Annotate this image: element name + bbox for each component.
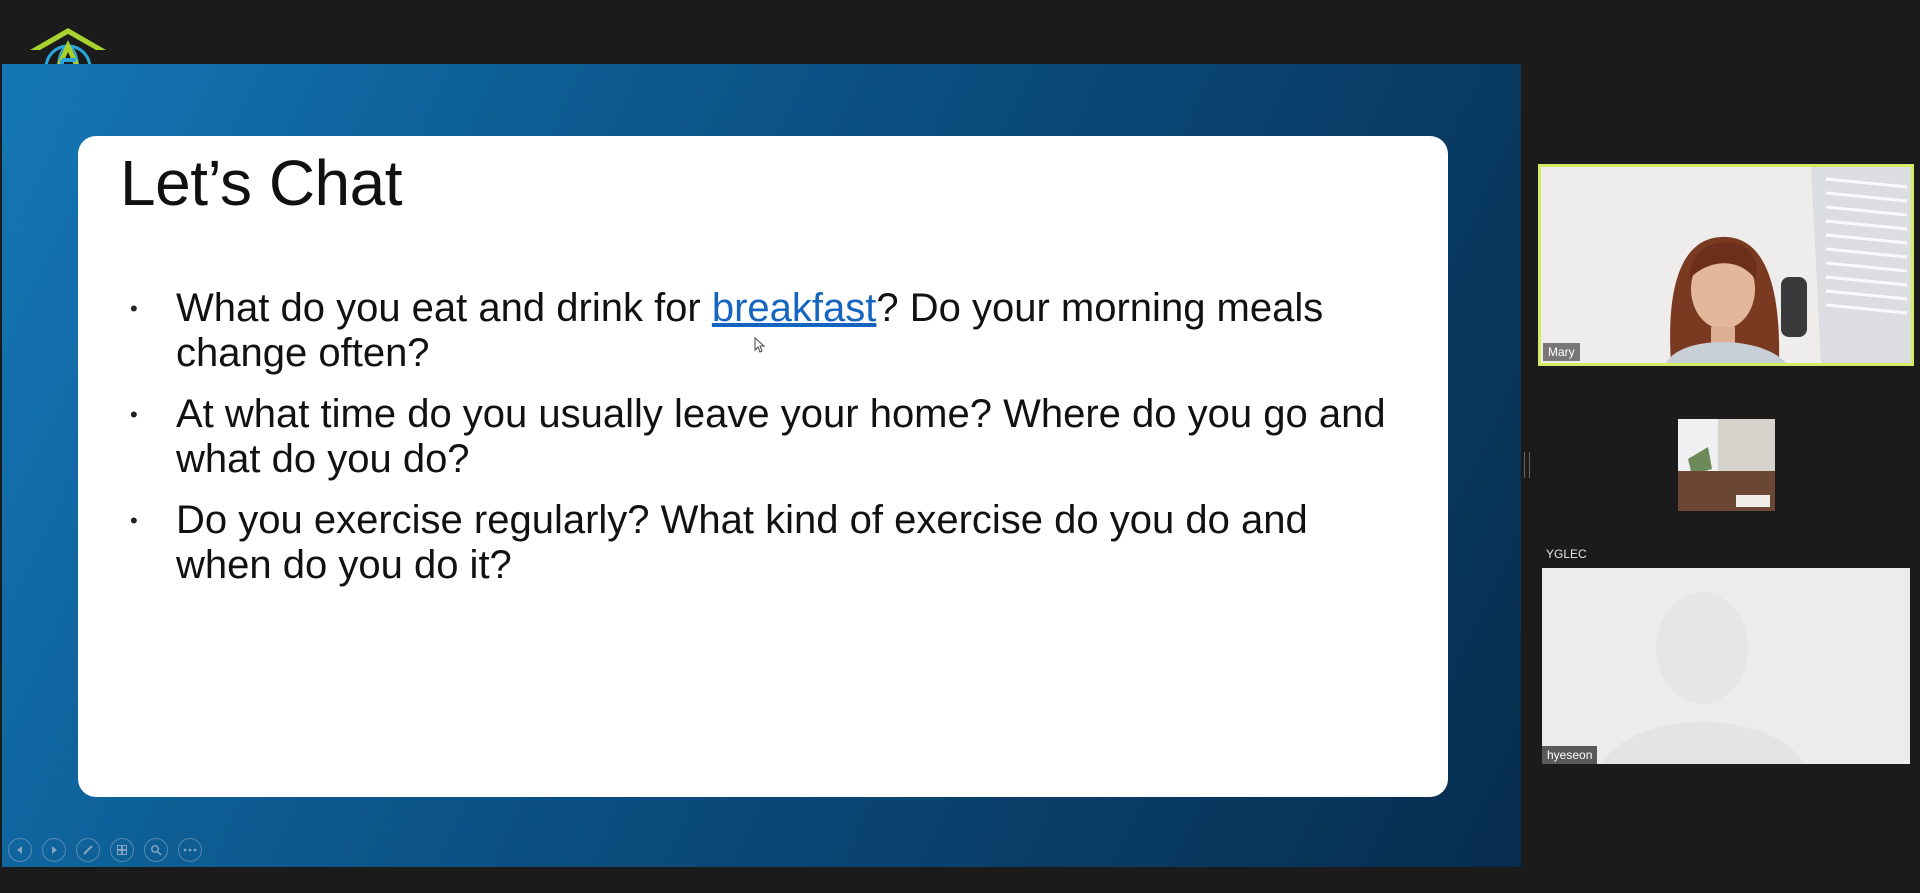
slide-bullet-2: • At what time do you usually leave your… — [130, 392, 1400, 482]
previous-slide-icon[interactable] — [8, 838, 32, 862]
slides-grid-icon[interactable] — [110, 838, 134, 862]
zoom-icon[interactable] — [144, 838, 168, 862]
breakfast-link[interactable]: breakfast — [712, 286, 877, 330]
participant-name-tag: Mary — [1543, 343, 1580, 361]
participant-video-hyeseon[interactable]: hyeseon — [1542, 568, 1910, 764]
slide-bullet-3: • Do you exercise regularly? What kind o… — [130, 498, 1400, 588]
slideshow-toolbar — [8, 838, 202, 862]
participant-name-tag: hyeseon — [1542, 746, 1598, 764]
slide-bullet-1: • What do you eat and drink for breakfas… — [130, 286, 1400, 376]
more-options-icon[interactable] — [178, 838, 202, 862]
bullet-text: What do you eat and drink for — [176, 286, 712, 330]
bullet-text: At what time do you usually leave your h… — [176, 392, 1386, 481]
shared-slide: Let’s Chat • What do you eat and drink f… — [2, 64, 1521, 867]
bullet-text: Do you exercise regularly? What kind of … — [176, 498, 1308, 587]
slide-title: Let’s Chat — [120, 147, 403, 219]
bullet-marker: • — [130, 296, 138, 321]
video-frame — [1542, 568, 1910, 764]
pen-icon[interactable] — [76, 838, 100, 862]
panel-resize-handle[interactable] — [1524, 452, 1530, 478]
slide-bullet-list: • What do you eat and drink for breakfas… — [130, 286, 1400, 604]
slide-content-card: Let’s Chat • What do you eat and drink f… — [78, 136, 1448, 797]
bullet-marker: • — [130, 402, 138, 427]
bullet-marker: • — [130, 508, 138, 533]
video-frame — [1541, 167, 1911, 363]
meeting-window: Let’s Chat • What do you eat and drink f… — [0, 0, 1920, 893]
video-frame — [1678, 419, 1775, 511]
participant-video-yglec[interactable] — [1678, 419, 1775, 511]
participant-video-mary[interactable]: Mary — [1538, 164, 1914, 366]
mouse-cursor-icon — [754, 337, 766, 353]
participant-name-tag: YGLEC — [1546, 547, 1587, 561]
next-slide-icon[interactable] — [42, 838, 66, 862]
